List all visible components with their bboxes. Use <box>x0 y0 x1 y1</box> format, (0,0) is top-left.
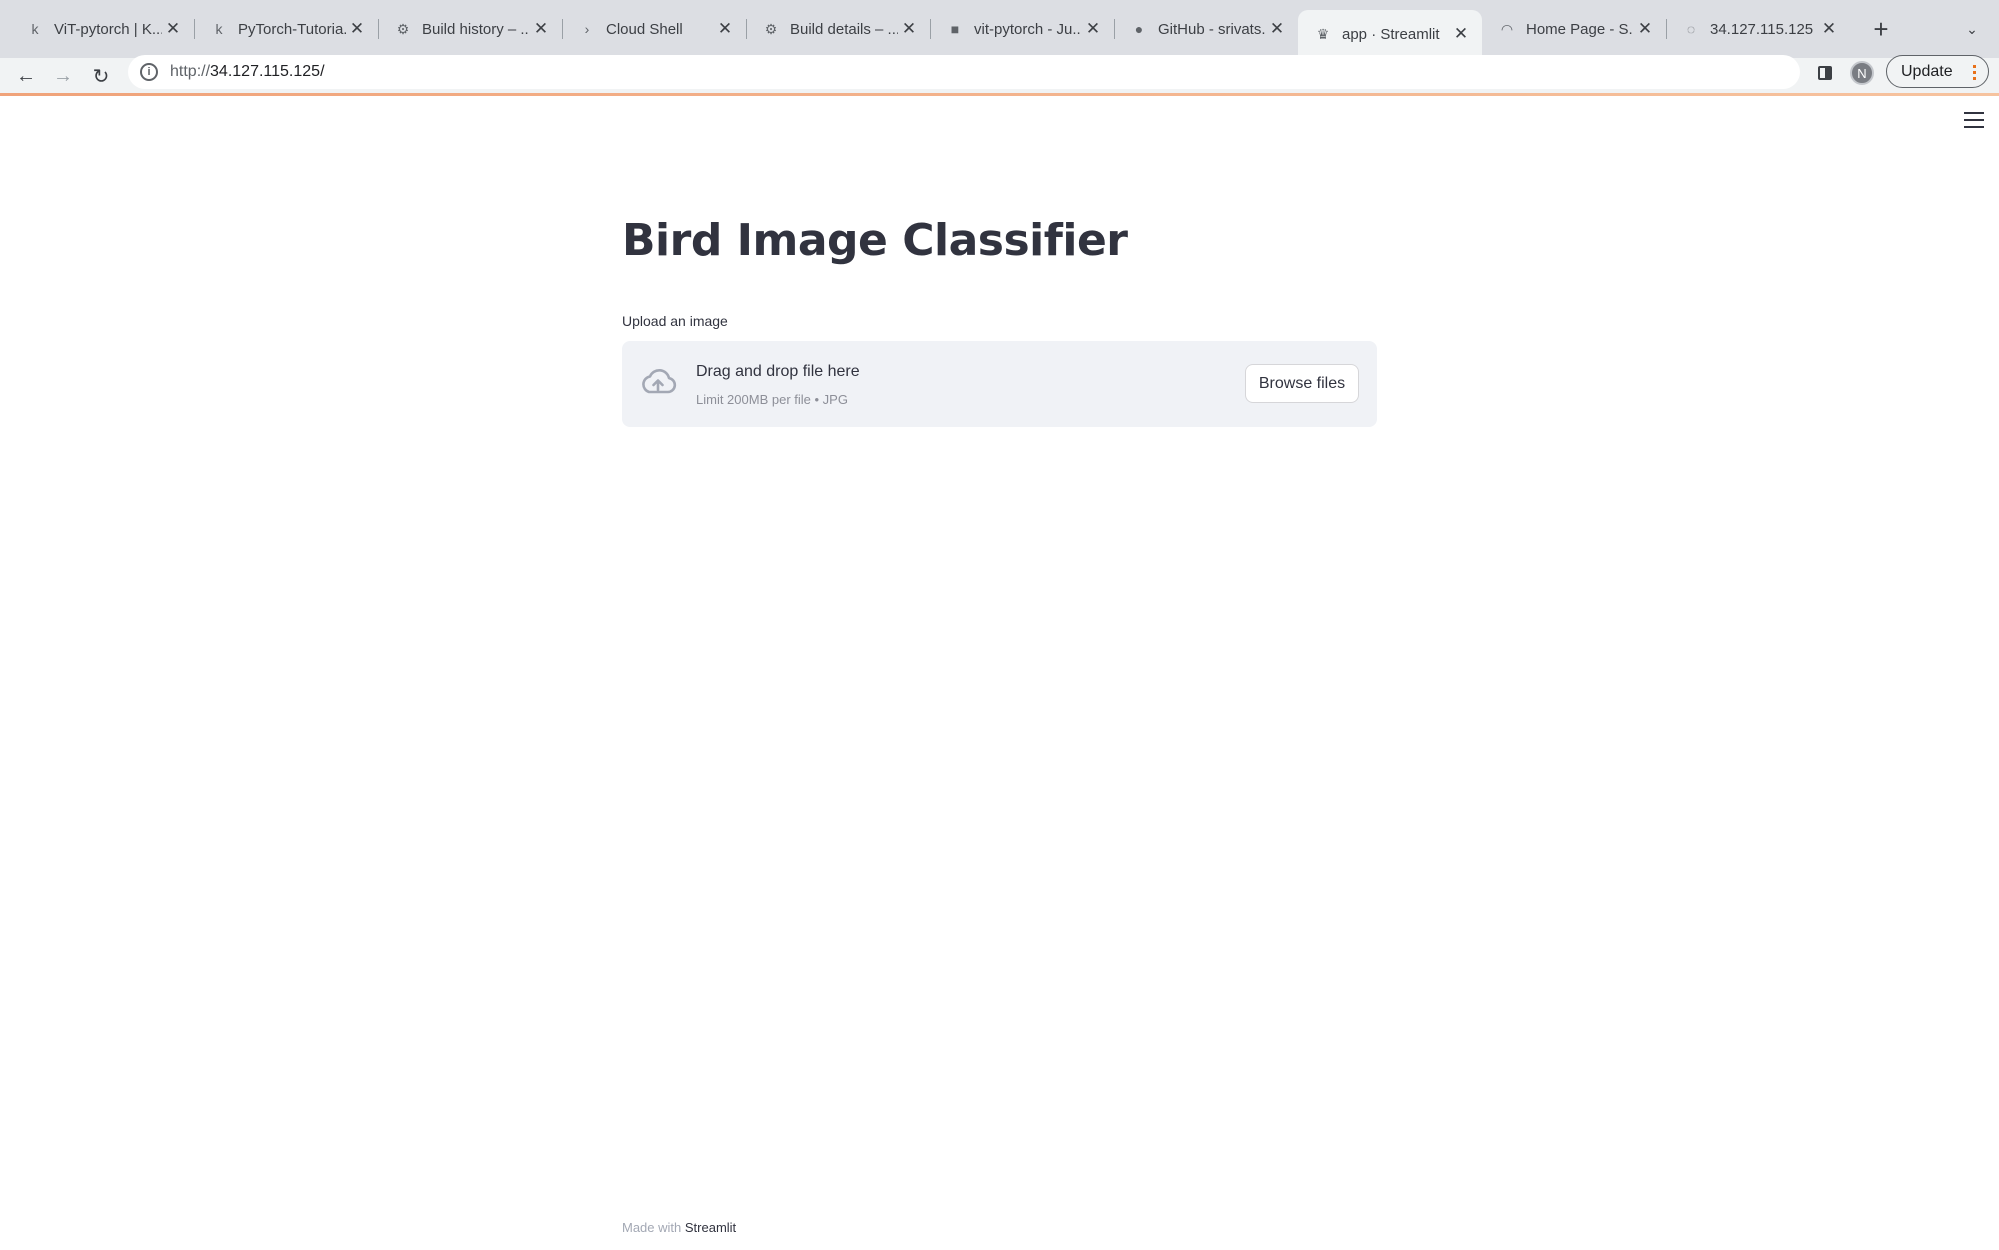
tab-close-icon[interactable]: ✕ <box>1450 23 1472 45</box>
tab-favicon-icon: ◠ <box>1500 20 1514 37</box>
tab-title: Cloud Shell <box>606 20 683 38</box>
tab-favicon-icon: › <box>584 21 590 37</box>
url-text[interactable]: http://34.127.115.125/ <box>170 63 325 81</box>
profile-avatar[interactable]: N <box>1850 61 1874 85</box>
browser-tab[interactable]: ● GitHub - srivats... ✕ <box>1114 8 1298 50</box>
tab-close-icon[interactable]: ✕ <box>1082 18 1104 40</box>
tab-close-icon[interactable]: ✕ <box>1818 18 1840 40</box>
url-scheme: http:// <box>170 63 211 80</box>
tab-close-icon[interactable]: ✕ <box>346 18 368 40</box>
tab-favicon-icon: ◌ <box>1686 21 1696 37</box>
cloud-upload-icon <box>642 369 677 394</box>
browser-tab[interactable]: ⚙ Build history – ... ✕ <box>378 8 562 50</box>
tab-favicon-icon: ⚙ <box>396 20 410 37</box>
browser-tab[interactable]: › Cloud Shell ✕ <box>562 8 746 50</box>
page-title: Bird Image Classifier <box>622 215 1128 266</box>
tab-favicon-icon: ⚙ <box>764 20 778 37</box>
tab-title: PyTorch-Tutoria... <box>238 20 346 38</box>
tab-title: vit-pytorch - Ju... <box>974 20 1082 38</box>
tab-close-icon[interactable]: ✕ <box>530 18 552 40</box>
dropzone-subtitle: Limit 200MB per file • JPG <box>696 392 848 407</box>
update-button-label: Update <box>1901 62 1953 80</box>
site-info-icon[interactable]: i <box>140 63 158 81</box>
loading-progress-bar <box>0 93 1999 96</box>
forward-arrow-icon[interactable]: → <box>48 62 78 90</box>
dropzone-title: Drag and drop file here <box>696 363 860 380</box>
tab-title: ViT-pytorch | K... <box>54 20 162 38</box>
side-panel-icon[interactable] <box>1814 62 1836 84</box>
more-menu-icon[interactable] <box>1973 65 1976 80</box>
file-dropzone[interactable]: Drag and drop file here Limit 200MB per … <box>622 341 1377 427</box>
browse-files-button[interactable]: Browse files <box>1245 364 1359 403</box>
browser-tab[interactable]: k ViT-pytorch | K... ✕ <box>10 8 194 50</box>
uploader-label: Upload an image <box>622 313 728 329</box>
tab-close-icon[interactable]: ✕ <box>1634 18 1656 40</box>
tab-title: Home Page - S... <box>1526 20 1634 38</box>
browser-tab[interactable]: ◌ 34.127.115.125 ✕ <box>1666 8 1850 50</box>
browser-tab[interactable]: ■ vit-pytorch - Ju... ✕ <box>930 8 1114 50</box>
footer: Made with Streamlit <box>622 1220 736 1235</box>
tab-favicon-icon: ♛ <box>1316 25 1330 42</box>
browser-tab[interactable]: ⚙ Build details – ... ✕ <box>746 8 930 50</box>
tab-title: Build history – ... <box>422 20 530 38</box>
tab-search-button[interactable]: ⌄ <box>1958 14 1986 44</box>
tab-favicon-icon: ■ <box>950 21 960 37</box>
tab-close-icon[interactable]: ✕ <box>898 18 920 40</box>
browser-tab-strip: k ViT-pytorch | K... ✕ k PyTorch-Tutoria... ✕… <box>0 0 1999 58</box>
back-arrow-icon[interactable]: ← <box>11 62 41 90</box>
update-button[interactable]: Update <box>1886 55 1989 88</box>
streamlit-link[interactable]: Streamlit <box>685 1220 736 1235</box>
tab-favicon-icon: k <box>31 21 39 37</box>
tab-close-icon[interactable]: ✕ <box>1266 18 1288 40</box>
tab-favicon-icon: ● <box>1134 21 1144 37</box>
hamburger-menu-icon[interactable] <box>1964 112 1984 128</box>
tab-title: GitHub - srivats... <box>1158 20 1266 38</box>
browser-tab[interactable]: k PyTorch-Tutoria... ✕ <box>194 8 378 50</box>
tab-title: app · Streamlit <box>1342 25 1440 43</box>
browser-tab[interactable]: ◠ Home Page - S... ✕ <box>1482 8 1666 50</box>
tab-title: Build details – ... <box>790 20 898 38</box>
tab-close-icon[interactable]: ✕ <box>162 18 184 40</box>
reload-icon[interactable]: ↻ <box>86 62 116 90</box>
tab-close-icon[interactable]: ✕ <box>714 18 736 40</box>
tab-title: 34.127.115.125 <box>1710 20 1814 38</box>
url-host: 34.127.115.125/ <box>210 63 325 80</box>
address-bar[interactable]: i http://34.127.115.125/ <box>128 55 1800 89</box>
new-tab-button[interactable]: + <box>1866 14 1896 44</box>
tab-favicon-icon: k <box>215 21 223 37</box>
footer-prefix: Made with <box>622 1220 685 1235</box>
browser-tab[interactable]: ♛ app · Streamlit ✕ <box>1298 10 1482 58</box>
